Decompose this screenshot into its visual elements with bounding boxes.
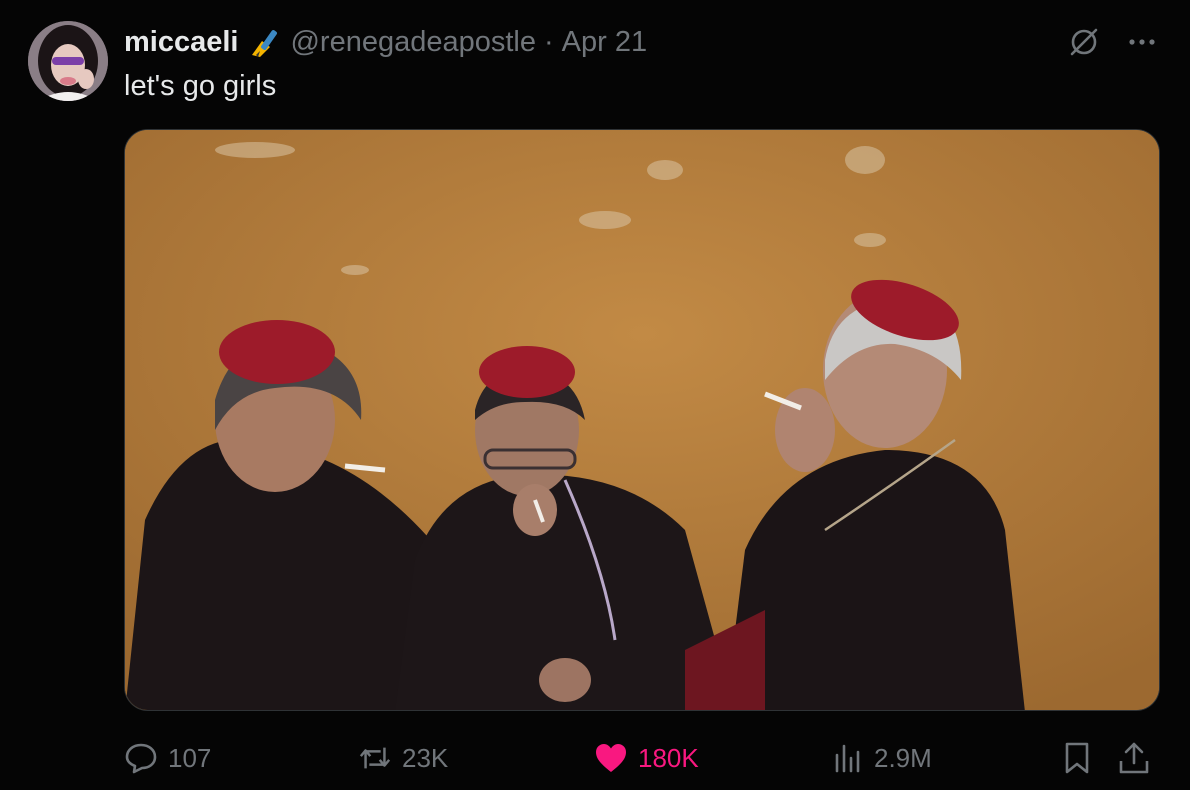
user-handle[interactable]: @renegadeapostle [290,24,536,60]
bar-chart-icon [830,741,864,775]
photo-illustration [125,130,1159,710]
tweet[interactable]: miccaeli @renegadeapostle · Apr 21 let's… [0,0,1190,790]
tweet-photo[interactable] [124,129,1160,711]
grok-icon[interactable] [1066,24,1102,60]
separator-dot: · [544,26,554,58]
display-name[interactable]: miccaeli [124,24,238,60]
writing-hand-emoji-icon [248,25,282,59]
repost-button[interactable]: 23K [358,735,448,781]
reply-icon [124,741,158,775]
share-icon [1117,741,1151,775]
repost-icon [358,741,392,775]
reply-count: 107 [168,742,212,773]
repost-count: 23K [402,742,449,773]
top-actions [1066,24,1160,60]
views-button[interactable]: 2.9M [830,735,932,781]
avatar[interactable] [28,21,108,101]
like-button[interactable]: 180K [594,735,699,781]
reply-button[interactable]: 107 [124,735,211,781]
like-count: 180K [638,742,699,773]
tweet-date[interactable]: Apr 21 [562,24,647,60]
bookmark-icon [1060,741,1094,775]
heart-icon [594,741,628,775]
more-dots-icon[interactable] [1124,24,1160,60]
tweet-text: let's go girls [124,70,277,102]
tweet-header: miccaeli @renegadeapostle · Apr 21 [124,24,647,60]
bookmark-button[interactable] [1060,735,1094,781]
views-count: 2.9M [874,742,932,773]
avatar-image [28,21,108,101]
action-bar: 107 23K 180K 2.9M [124,735,1162,781]
share-button[interactable] [1117,735,1151,781]
